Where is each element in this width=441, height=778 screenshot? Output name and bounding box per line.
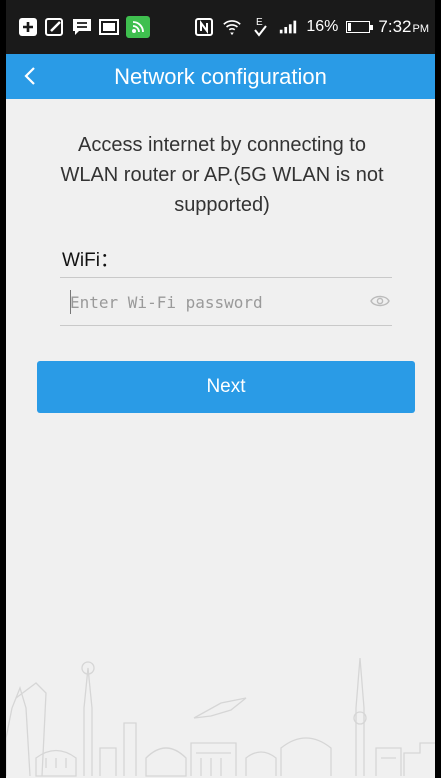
back-icon: [24, 67, 35, 85]
battery-icon: [346, 21, 374, 33]
cell-signal-icon: [278, 18, 298, 36]
wifi-divider: [60, 277, 392, 278]
back-button[interactable]: [14, 60, 46, 92]
eye-icon[interactable]: [370, 293, 390, 309]
app-screen: E 16% 7:32PM Network configuration Acces…: [6, 0, 435, 778]
city-skyline-decoration: [6, 657, 435, 777]
data-signal-icon: E: [250, 17, 270, 37]
page-title: Network configuration: [114, 63, 327, 89]
nfc-icon: [194, 18, 214, 36]
edit-icon: [45, 18, 65, 36]
clock-ampm: PM: [412, 23, 430, 35]
status-bar: E 16% 7:32PM: [6, 0, 435, 54]
gallery-icon: [99, 18, 119, 36]
wifi-icon: [222, 18, 242, 36]
password-divider: [60, 325, 392, 326]
battery-percent: 16%: [306, 18, 339, 35]
text-caret: [70, 290, 71, 314]
clock-time: 7:32: [378, 17, 412, 36]
clock: 7:32PM: [378, 17, 429, 37]
next-button[interactable]: Next: [37, 361, 415, 413]
intro-text: Access internet by connecting to WLAN ro…: [60, 134, 384, 216]
wifi-password-input[interactable]: [70, 288, 366, 316]
app-header: Network configuration: [6, 54, 435, 99]
wifi-share-icon: [126, 16, 150, 38]
wifi-ssid-label: WiFi：: [62, 250, 119, 271]
chat-icon: [72, 18, 92, 36]
data-signal-label: E: [256, 17, 263, 28]
add-icon: [18, 18, 38, 36]
